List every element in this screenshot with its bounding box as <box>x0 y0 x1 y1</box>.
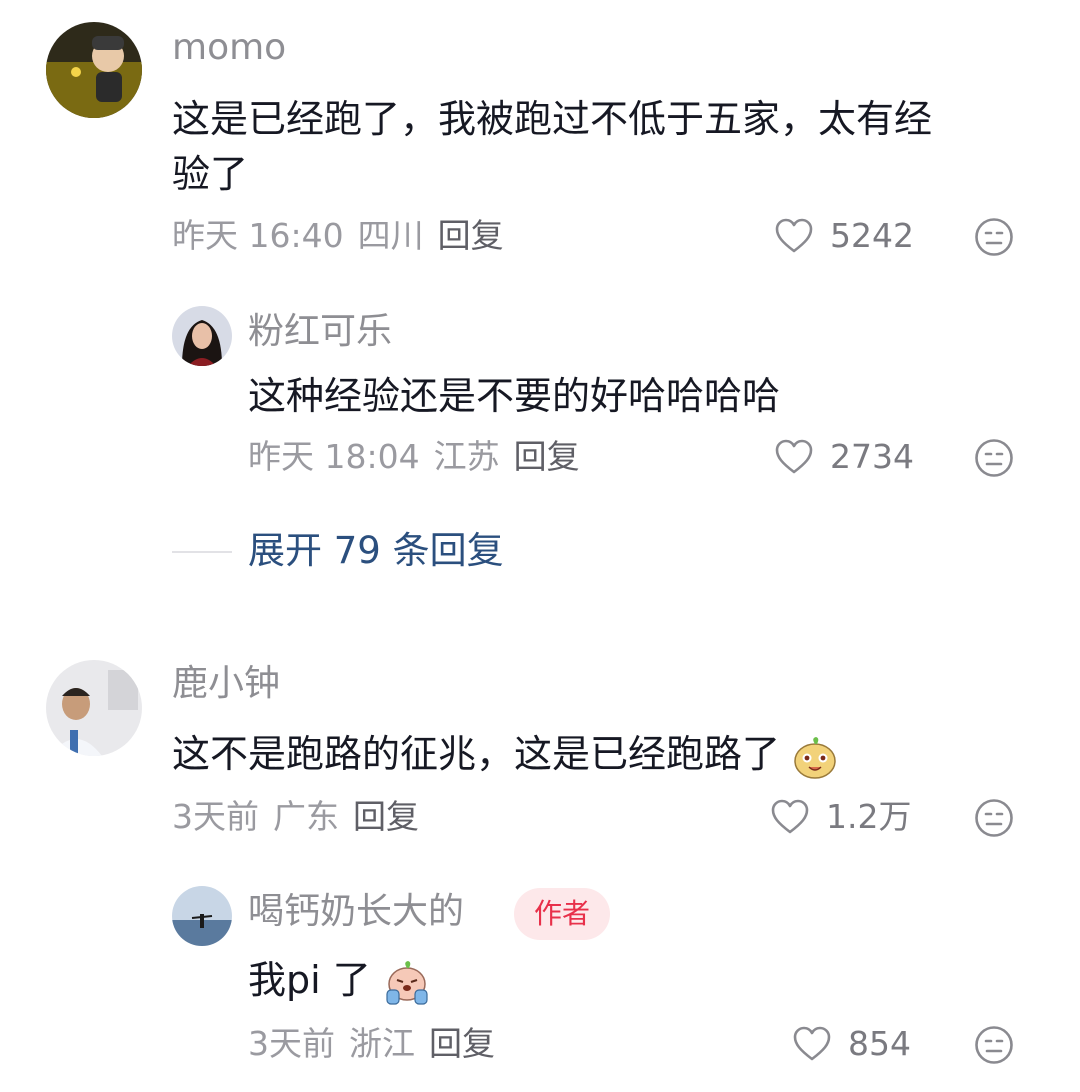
like-count: 5242 <box>830 216 914 255</box>
like-button[interactable]: 854 <box>792 1022 911 1066</box>
dislike-face-icon[interactable] <box>974 438 1014 478</box>
comment-meta: 3天前 广东 回复 <box>172 797 433 837</box>
timestamp: 昨天 16:40 <box>172 216 344 255</box>
location: 浙江 <box>349 1024 415 1063</box>
avatar[interactable] <box>46 660 142 756</box>
avatar[interactable] <box>172 886 232 946</box>
location: 江苏 <box>433 437 500 476</box>
comment-text: 我pi 了 <box>248 956 431 1006</box>
comment-text-content: 这不是跑路的征兆，这是已经跑路了 <box>172 732 781 776</box>
comment-text: 这不是跑路的征兆，这是已经跑路了 <box>172 730 838 780</box>
reply-button[interactable]: 回复 <box>429 1024 495 1063</box>
heart-icon <box>775 439 813 474</box>
heart-icon <box>775 218 813 253</box>
expand-replies-button[interactable]: 展开 79 条回复 <box>248 528 504 574</box>
comment-meta: 昨天 18:04 江苏 回复 <box>248 437 594 477</box>
timestamp: 3天前 <box>172 797 259 836</box>
comment-meta: 3天前 浙江 回复 <box>248 1024 509 1064</box>
dislike-face-icon[interactable] <box>974 217 1014 257</box>
heart-icon <box>771 799 809 834</box>
comment-text-content: 我pi 了 <box>248 958 371 1002</box>
divider <box>172 551 232 553</box>
crying-emoji-icon <box>386 960 428 1005</box>
like-count: 2734 <box>830 437 914 476</box>
heart-icon <box>793 1026 831 1061</box>
username[interactable]: 喝钙奶长大的 <box>248 890 464 934</box>
like-button[interactable]: 2734 <box>774 435 914 479</box>
timestamp: 昨天 18:04 <box>248 437 420 476</box>
reply-button[interactable]: 回复 <box>514 437 580 476</box>
dislike-face-icon[interactable] <box>974 1025 1014 1065</box>
comment-text: 验了 <box>172 152 249 196</box>
username[interactable]: 鹿小钟 <box>172 662 280 706</box>
avatar[interactable] <box>172 306 232 366</box>
timestamp: 3天前 <box>248 1024 335 1063</box>
comment-text: 这是已经跑了，我被跑过不低于五家，太有经 <box>172 97 933 141</box>
username[interactable]: momo <box>172 26 286 70</box>
dislike-face-icon[interactable] <box>974 798 1014 838</box>
comment-meta: 昨天 16:40 四川 回复 <box>172 216 518 256</box>
like-button[interactable]: 1.2万 <box>770 795 911 839</box>
location: 四川 <box>357 216 424 255</box>
comment-text: 这种经验还是不要的好哈哈哈哈 <box>248 374 781 418</box>
avatar[interactable] <box>46 22 142 118</box>
username[interactable]: 粉红可乐 <box>248 310 392 354</box>
location: 广东 <box>273 797 339 836</box>
reply-button[interactable]: 回复 <box>353 797 419 836</box>
author-badge: 作者 <box>514 888 611 940</box>
like-count: 854 <box>848 1024 911 1063</box>
reply-button[interactable]: 回复 <box>438 216 504 255</box>
like-count: 1.2万 <box>826 797 912 836</box>
smile-emoji-icon <box>794 736 836 779</box>
like-button[interactable]: 5242 <box>774 214 914 258</box>
